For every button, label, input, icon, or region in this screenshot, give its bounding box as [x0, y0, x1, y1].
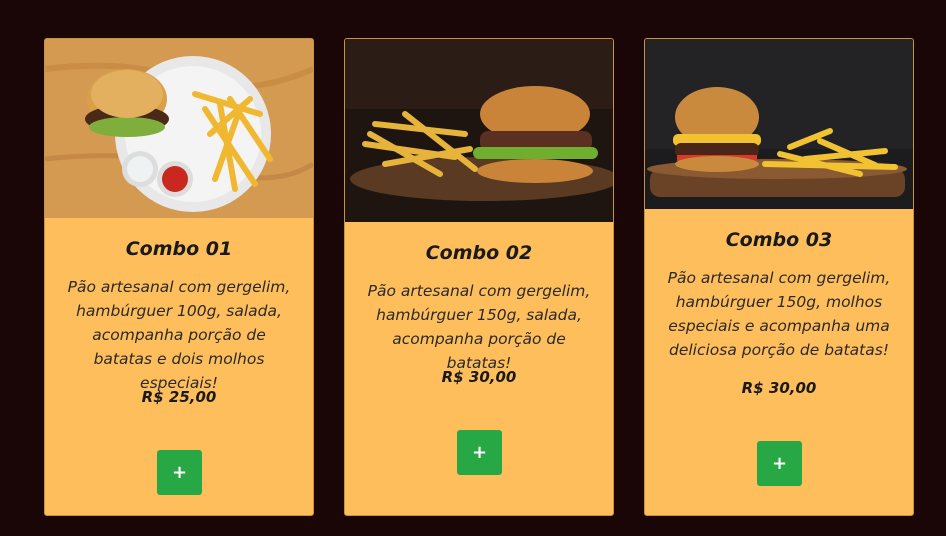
product-card-combo-01: Combo 01 Pão artesanal com gergelim, ham…: [44, 38, 314, 516]
product-card-combo-02: Combo 02 Pão artesanal com gergelim, ham…: [344, 38, 614, 516]
product-price: R$ 25,00: [141, 388, 217, 406]
product-price: R$ 30,00: [741, 379, 817, 397]
product-card-combo-03: Combo 03 Pão artesanal com gergelim, ham…: [644, 38, 914, 516]
product-description: Pão artesanal com gergelim, hambúrguer 1…: [667, 269, 891, 359]
product-image-combo-01: [45, 39, 313, 218]
product-image-combo-02: [345, 39, 613, 222]
product-description: Pão artesanal com gergelim, hambúrguer 1…: [367, 282, 591, 372]
product-grid: Combo 01 Pão artesanal com gergelim, ham…: [0, 0, 946, 536]
product-title: Combo 02: [425, 242, 533, 264]
add-to-cart-button[interactable]: +: [457, 430, 502, 475]
product-title: Combo 01: [125, 238, 233, 260]
add-to-cart-button[interactable]: +: [157, 450, 202, 495]
add-to-cart-button[interactable]: +: [757, 441, 802, 486]
product-description: Pão artesanal com gergelim, hambúrguer 1…: [67, 278, 291, 392]
product-image-combo-03: [645, 39, 913, 209]
product-price: R$ 30,00: [441, 368, 517, 386]
product-title: Combo 03: [725, 229, 833, 251]
